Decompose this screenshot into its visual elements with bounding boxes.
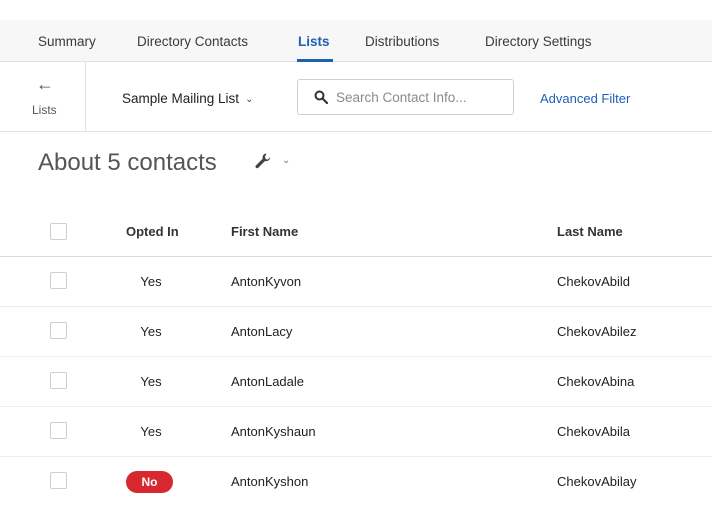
- last-name-cell: ChekovAbilay: [557, 474, 637, 489]
- table-row[interactable]: No AntonKyshon ChekovAbilay: [0, 457, 712, 506]
- table-row[interactable]: Yes AntonKyvon ChekovAbild: [0, 257, 712, 307]
- tools-chevron-down-icon[interactable]: ⌄: [282, 155, 290, 166]
- nav-tabs: Summary Directory Contacts Lists Distrib…: [0, 20, 712, 62]
- last-name-cell: ChekovAbilez: [557, 324, 637, 339]
- opted-in-value: Yes: [140, 274, 162, 289]
- list-name: Sample Mailing List: [122, 91, 240, 106]
- first-name-cell: AntonLacy: [231, 324, 293, 339]
- tab-distributions[interactable]: Distributions: [365, 34, 439, 49]
- opted-in-value: Yes: [140, 424, 162, 439]
- row-checkbox[interactable]: [50, 372, 67, 389]
- column-header-last-name[interactable]: Last Name: [557, 224, 623, 239]
- opted-in-value: Yes: [140, 324, 162, 339]
- first-name-cell: AntonLadale: [231, 374, 305, 389]
- select-all-checkbox[interactable]: [50, 223, 67, 240]
- back-to-lists-button[interactable]: ← Lists: [0, 62, 86, 131]
- tab-summary[interactable]: Summary: [38, 34, 96, 49]
- table-header-row: Opted In First Name Last Name: [0, 208, 712, 257]
- search-box: [297, 79, 514, 115]
- back-label: Lists: [32, 103, 57, 117]
- row-checkbox[interactable]: [50, 472, 67, 489]
- search-icon: [314, 90, 328, 104]
- tab-directory-settings[interactable]: Directory Settings: [485, 34, 592, 49]
- table-row[interactable]: Yes AntonLacy ChekovAbilez: [0, 307, 712, 357]
- last-name-cell: ChekovAbina: [557, 374, 635, 389]
- row-checkbox[interactable]: [50, 272, 67, 289]
- last-name-cell: ChekovAbila: [557, 424, 630, 439]
- column-header-opted-in[interactable]: Opted In: [126, 224, 179, 239]
- column-header-first-name[interactable]: First Name: [231, 224, 298, 239]
- advanced-filter-link[interactable]: Advanced Filter: [540, 91, 630, 106]
- contacts-table: Opted In First Name Last Name Yes AntonK…: [0, 208, 712, 506]
- tab-lists[interactable]: Lists: [298, 34, 330, 49]
- table-row[interactable]: Yes AntonKyshaun ChekovAbila: [0, 407, 712, 457]
- first-name-cell: AntonKyvon: [231, 274, 302, 289]
- left-arrow-icon: ←: [36, 74, 54, 94]
- list-toolbar: ← Lists Sample Mailing List ⌄ Advanced Fi…: [0, 62, 712, 132]
- row-checkbox[interactable]: [50, 422, 67, 439]
- tab-directory-contacts[interactable]: Directory Contacts: [137, 34, 248, 49]
- last-name-cell: ChekovAbild: [557, 274, 630, 289]
- list-selector-dropdown[interactable]: Sample Mailing List ⌄: [122, 91, 253, 106]
- row-checkbox[interactable]: [50, 322, 67, 339]
- table-row[interactable]: Yes AntonLadale ChekovAbina: [0, 357, 712, 407]
- first-name-cell: AntonKyshon: [231, 474, 309, 489]
- first-name-cell: AntonKyshaun: [231, 424, 316, 439]
- chevron-down-icon: ⌄: [245, 94, 254, 105]
- opted-out-badge: No: [126, 471, 173, 493]
- contacts-count-heading: About 5 contacts: [38, 149, 217, 176]
- search-input[interactable]: [336, 88, 506, 106]
- wrench-icon[interactable]: [253, 151, 273, 171]
- opted-in-value: Yes: [140, 374, 162, 389]
